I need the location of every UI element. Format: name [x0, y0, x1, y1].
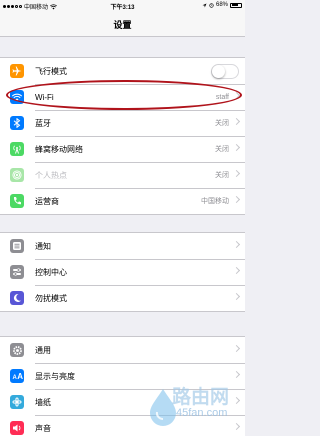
settings-row-wallpaper[interactable]: 墙纸 [0, 389, 245, 415]
settings-row-personal-hotspot[interactable]: 个人热点 关闭 [0, 162, 245, 188]
phone-icon [10, 194, 24, 208]
settings-row-bluetooth[interactable]: 蓝牙 关闭 [0, 110, 245, 136]
gear-icon [10, 343, 24, 357]
navigation-bar: 设置 [0, 11, 245, 37]
settings-row-value: 关闭 [215, 172, 229, 179]
sound-icon [10, 421, 24, 435]
page-title: 设置 [113, 20, 132, 30]
cellular-icon [10, 142, 24, 156]
settings-row-label: 通用 [35, 345, 51, 355]
battery-icon [230, 2, 242, 8]
settings-row-control-center[interactable]: 控制中心 [0, 259, 245, 285]
settings-row-label: 个人热点 [35, 170, 67, 180]
settings-row-general[interactable]: 通用 [0, 337, 245, 363]
settings-row-label: 墙纸 [35, 397, 51, 407]
status-right: 68% [202, 2, 242, 8]
settings-row-label: Wi-Fi [35, 92, 54, 102]
status-bar: 中国移动 下午3:13 68% [0, 0, 245, 11]
settings-row-label: 蜂窝移动网络 [35, 144, 83, 154]
hotspot-icon [10, 168, 24, 182]
settings-row-label: 控制中心 [35, 267, 67, 277]
chevron-right-icon [232, 143, 241, 152]
settings-row-label: 通知 [35, 241, 51, 251]
chevron-right-icon [232, 422, 241, 431]
location-icon [202, 3, 207, 7]
settings-row-label: 运营商 [35, 196, 59, 206]
svg-text:A: A [17, 372, 23, 381]
settings-row-airplane-mode: 飞行模式 [0, 58, 245, 84]
settings-row-display-brightness[interactable]: A A 显示与亮度 [0, 363, 245, 389]
settings-row-cellular[interactable]: 蜂窝移动网络 关闭 [0, 136, 245, 162]
chevron-right-icon [232, 169, 241, 178]
settings-row-value: 关闭 [215, 146, 229, 153]
settings-row-do-not-disturb[interactable]: 勿扰模式 [0, 285, 245, 311]
notifications-icon [10, 239, 24, 253]
toggle-knob [212, 65, 225, 78]
chevron-right-icon [232, 117, 241, 126]
settings-row-label: 飞行模式 [35, 66, 67, 76]
settings-row-wifi[interactable]: Wi-Fi staff [0, 84, 245, 110]
settings-row-label: 蓝牙 [35, 118, 51, 128]
display-icon: A A [10, 369, 24, 383]
chevron-right-icon [232, 91, 241, 100]
battery-percent: 68% [215, 2, 228, 8]
settings-row-value: staff [215, 93, 229, 101]
wifi-icon [10, 90, 24, 104]
settings-row-value: 中国移动 [201, 198, 229, 205]
settings-group-connectivity: 飞行模式 Wi-Fi staff 蓝牙 关闭 蜂窝移动网络 关闭 个人热点 关闭… [0, 57, 245, 215]
settings-row-label: 声音 [35, 423, 51, 433]
settings-row-notifications[interactable]: 通知 [0, 233, 245, 259]
control-center-icon [10, 265, 24, 279]
chevron-right-icon [232, 344, 241, 353]
settings-row-carrier[interactable]: 运营商 中国移动 [0, 188, 245, 214]
wallpaper-icon [10, 395, 24, 409]
moon-icon [10, 291, 24, 305]
airplane-icon [10, 64, 24, 78]
chevron-right-icon [232, 370, 241, 379]
settings-group-system: 通知 控制中心 勿扰模式 [0, 232, 245, 312]
bluetooth-icon [10, 116, 24, 130]
alarm-icon [209, 2, 214, 8]
chevron-right-icon [232, 240, 241, 249]
airplane-mode-toggle[interactable] [211, 64, 239, 79]
settings-row-value: 关闭 [215, 120, 229, 127]
settings-group-general: 通用 A A 显示与亮度 墙纸 声音 [0, 336, 245, 436]
settings-row-label: 显示与亮度 [35, 371, 75, 381]
settings-row-label: 勿扰模式 [35, 293, 67, 303]
chevron-right-icon [232, 292, 241, 301]
chevron-right-icon [232, 266, 241, 275]
settings-row-sounds[interactable]: 声音 [0, 415, 245, 436]
chevron-right-icon [232, 195, 241, 204]
chevron-right-icon [232, 396, 241, 405]
